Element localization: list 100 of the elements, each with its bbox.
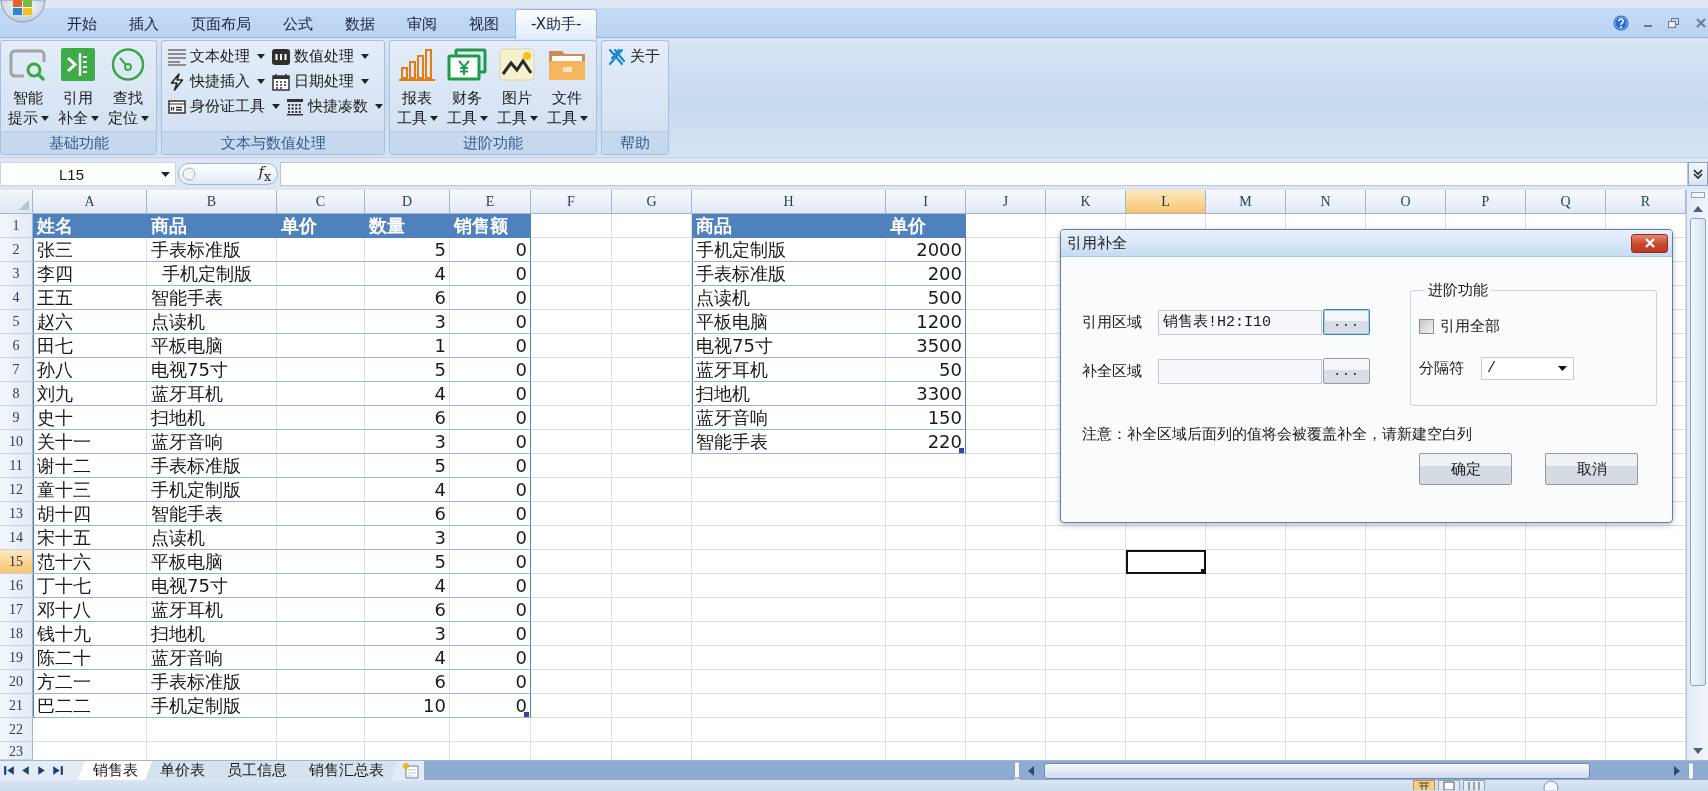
ribbon-tab[interactable]: 视图: [453, 9, 515, 38]
column-header[interactable]: C: [277, 190, 365, 214]
ribbon-button[interactable]: 快捷插入: [167, 70, 266, 93]
scroll-right-icon[interactable]: [1674, 765, 1680, 776]
ribbon-button[interactable]: 文件 工具: [544, 48, 590, 131]
row-header[interactable]: 22: [0, 718, 33, 742]
sheet-tab[interactable]: 销售表: [78, 761, 152, 780]
sheet-tab[interactable]: 销售汇总表: [294, 761, 398, 780]
column-header[interactable]: K: [1046, 190, 1126, 214]
ribbon-tab[interactable]: 数据: [329, 9, 391, 38]
row-header[interactable]: 4: [0, 286, 33, 310]
row-header[interactable]: 21: [0, 694, 33, 718]
row-header[interactable]: 2: [0, 238, 33, 262]
ribbon-tab[interactable]: 审阅: [391, 9, 453, 38]
name-box[interactable]: L15: [0, 162, 176, 186]
row-header[interactable]: 20: [0, 670, 33, 694]
scrollbar-thumb[interactable]: [1044, 762, 1590, 779]
row-header[interactable]: 3: [0, 262, 33, 286]
ribbon-button[interactable]: 数值处理: [271, 45, 370, 68]
column-header[interactable]: D: [365, 190, 450, 214]
checkbox[interactable]: [1419, 319, 1434, 334]
sheet-tab[interactable]: 员工信息: [212, 761, 301, 780]
row-header[interactable]: 15: [0, 550, 33, 574]
circle-icon[interactable]: [182, 167, 196, 181]
insert-function-button[interactable]: f$_{x}$: [258, 162, 271, 186]
resize-handle-icon[interactable]: [524, 712, 529, 717]
close-icon[interactable]: [1696, 18, 1706, 28]
ribbon-tab[interactable]: 插入: [113, 9, 175, 38]
page-layout-view-icon[interactable]: [1438, 780, 1460, 790]
column-header[interactable]: O: [1366, 190, 1446, 214]
column-header[interactable]: R: [1606, 190, 1686, 214]
row-header[interactable]: 6: [0, 334, 33, 358]
row-header[interactable]: 23: [0, 742, 33, 760]
column-header[interactable]: B: [147, 190, 277, 214]
row-header[interactable]: 14: [0, 526, 33, 550]
ribbon-tab[interactable]: 开始: [51, 9, 113, 38]
row-header[interactable]: 16: [0, 574, 33, 598]
column-header[interactable]: F: [531, 190, 612, 214]
scrollbar-thumb[interactable]: [1689, 218, 1706, 686]
ribbon-tab[interactable]: -X助手-: [515, 9, 598, 39]
zoom-out-icon[interactable]: [1543, 780, 1559, 790]
scroll-up-icon[interactable]: [1692, 206, 1703, 212]
column-header[interactable]: Q: [1526, 190, 1606, 214]
column-header[interactable]: E: [450, 190, 531, 214]
row-header[interactable]: 17: [0, 598, 33, 622]
column-header[interactable]: L: [1126, 190, 1206, 214]
ribbon-button[interactable]: 引用 补全: [55, 48, 101, 131]
checkbox-label[interactable]: 引用全部: [1440, 317, 1500, 336]
row-header[interactable]: 1: [0, 214, 33, 238]
column-header[interactable]: A: [33, 190, 147, 214]
ribbon-button[interactable]: 身份证工具: [167, 95, 280, 118]
scroll-left-icon[interactable]: [1028, 765, 1034, 776]
row-header[interactable]: 13: [0, 502, 33, 526]
column-header[interactable]: N: [1286, 190, 1366, 214]
row-header[interactable]: 5: [0, 310, 33, 334]
ribbon-button[interactable]: 文本处理: [167, 45, 266, 68]
fill-handle-icon[interactable]: [1201, 569, 1206, 574]
horizontal-scrollbar[interactable]: [1020, 761, 1708, 780]
resize-handle-icon[interactable]: [959, 448, 964, 453]
range-picker-button[interactable]: ...: [1323, 309, 1370, 335]
normal-view-icon[interactable]: [1413, 780, 1435, 790]
select-all-button[interactable]: [0, 190, 33, 214]
next-sheet-icon[interactable]: [35, 764, 48, 777]
row-header[interactable]: 19: [0, 646, 33, 670]
scroll-down-icon[interactable]: [1692, 748, 1703, 754]
restore-icon[interactable]: [1668, 18, 1679, 28]
row-header[interactable]: 11: [0, 454, 33, 478]
ribbon-tab[interactable]: 页面布局: [175, 9, 267, 38]
column-header[interactable]: G: [612, 190, 692, 214]
dialog-button[interactable]: 取消: [1545, 453, 1638, 485]
ribbon-button[interactable]: 智能 提示: [5, 48, 51, 131]
column-header[interactable]: M: [1206, 190, 1286, 214]
page-break-view-icon[interactable]: [1463, 780, 1485, 790]
expand-button[interactable]: [1688, 162, 1708, 186]
split-handle-icon[interactable]: [1688, 761, 1694, 780]
ribbon-button[interactable]: 日期处理: [271, 70, 370, 93]
range-input[interactable]: 销售表!H2:I10: [1158, 309, 1322, 335]
ribbon-button[interactable]: 关于: [607, 45, 668, 68]
vertical-scrollbar[interactable]: [1686, 190, 1708, 760]
range-picker-button[interactable]: ...: [1323, 358, 1370, 384]
ribbon-tab[interactable]: 公式: [267, 9, 329, 38]
row-header[interactable]: 8: [0, 382, 33, 406]
column-header[interactable]: J: [966, 190, 1046, 214]
last-sheet-icon[interactable]: [51, 764, 64, 777]
first-sheet-icon[interactable]: [3, 764, 16, 777]
dialog-button[interactable]: 确定: [1419, 453, 1512, 485]
ribbon-button[interactable]: 报表 工具: [394, 48, 440, 131]
previous-sheet-icon[interactable]: [19, 764, 32, 777]
separator-dropdown[interactable]: /: [1481, 357, 1574, 380]
column-header[interactable]: P: [1446, 190, 1526, 214]
close-button[interactable]: [1631, 233, 1668, 253]
ribbon-button[interactable]: 快捷凑数: [285, 95, 384, 118]
ribbon-button[interactable]: 查找 定位: [105, 48, 151, 131]
split-handle-icon[interactable]: [1690, 192, 1705, 198]
ribbon-button[interactable]: 财务 工具: [444, 48, 490, 131]
range-input[interactable]: [1158, 358, 1322, 384]
row-header[interactable]: 10: [0, 430, 33, 454]
sheet-tab[interactable]: 单价表: [145, 761, 219, 780]
split-handle-icon[interactable]: [1014, 761, 1020, 779]
column-header[interactable]: H: [692, 190, 886, 214]
